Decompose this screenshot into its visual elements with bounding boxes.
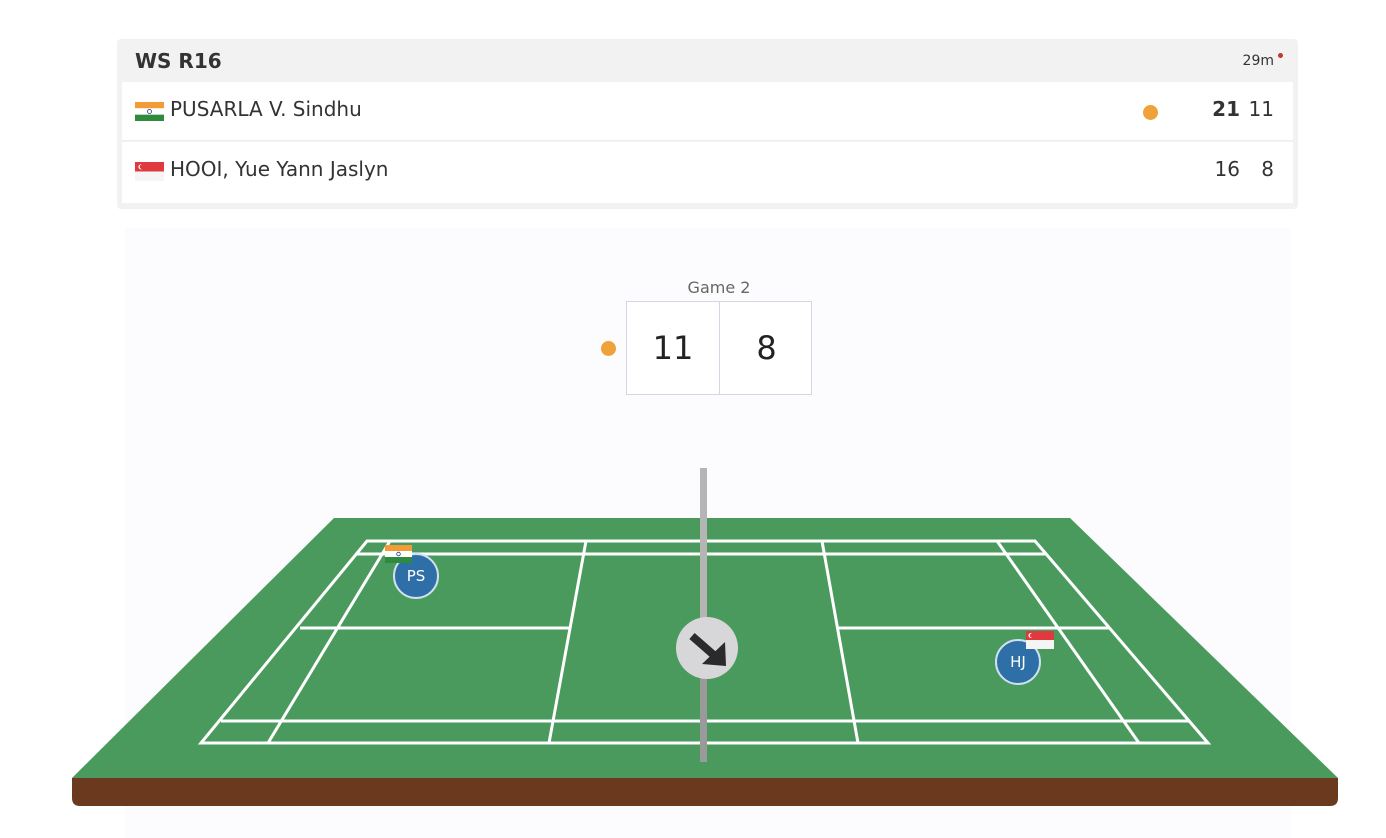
india-flag-icon: [385, 545, 412, 563]
singapore-flag-icon: [1026, 631, 1054, 649]
avatar-initials: HJ: [1010, 653, 1026, 671]
avatar-initials: PS: [407, 567, 426, 585]
badminton-court: PS HJ: [72, 468, 1338, 806]
arrow-down-right-icon: [676, 617, 738, 679]
court-base: [72, 778, 1338, 806]
